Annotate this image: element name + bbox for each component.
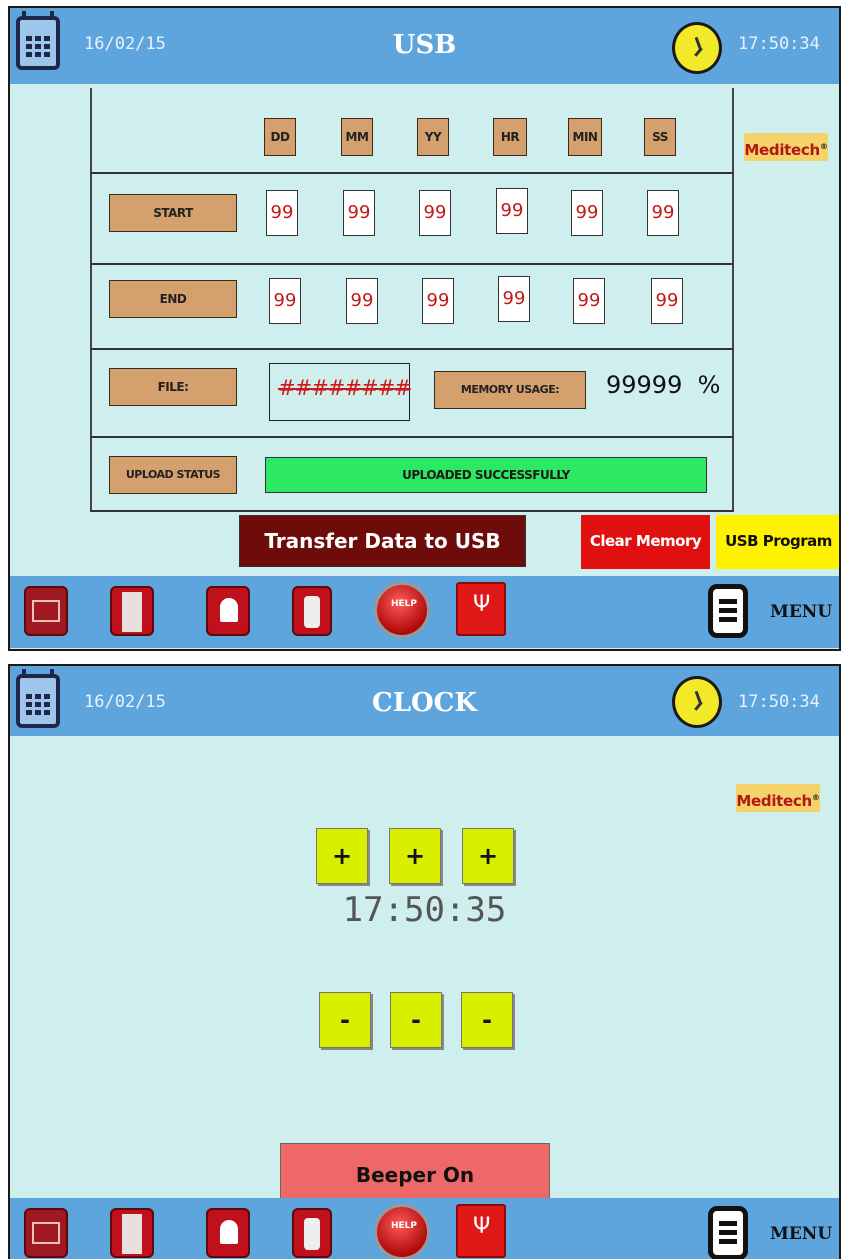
graph-icon[interactable] bbox=[24, 1208, 68, 1258]
row-divider bbox=[90, 348, 734, 350]
col-header-mm: MM bbox=[341, 118, 373, 156]
end-label: END bbox=[109, 280, 237, 318]
phone-icon[interactable] bbox=[292, 586, 332, 636]
start-ss-field[interactable]: 99 bbox=[647, 190, 679, 236]
film-icon[interactable] bbox=[110, 586, 154, 636]
footer-bar: HELP Ψ MENU bbox=[10, 1198, 839, 1259]
usb-icon[interactable]: Ψ bbox=[456, 1204, 506, 1258]
phone-icon[interactable] bbox=[292, 1208, 332, 1258]
end-hr-field[interactable]: 99 bbox=[498, 276, 530, 322]
usb-screen: 16/02/15 USB 17:50:34 Meditech® DD MM YY… bbox=[8, 6, 841, 651]
memory-usage-value: 99999 % bbox=[606, 371, 721, 399]
bell-icon[interactable] bbox=[206, 586, 250, 636]
transfer-data-button[interactable]: Transfer Data to USB bbox=[239, 515, 526, 567]
film-icon[interactable] bbox=[110, 1208, 154, 1258]
header-time: 17:50:34 bbox=[738, 34, 820, 54]
usb-program-button[interactable]: USB Program bbox=[716, 515, 839, 569]
start-mm-field[interactable]: 99 bbox=[343, 190, 375, 236]
second-minus-button[interactable]: - bbox=[461, 992, 513, 1048]
hour-plus-button[interactable]: + bbox=[316, 828, 368, 884]
graph-icon[interactable] bbox=[24, 586, 68, 636]
file-label: FILE: bbox=[109, 368, 237, 406]
end-dd-field[interactable]: 99 bbox=[269, 278, 301, 324]
clock-icon[interactable] bbox=[672, 22, 722, 74]
menu-icon[interactable] bbox=[708, 1206, 748, 1259]
row-divider bbox=[90, 510, 734, 512]
col-header-min: MIN bbox=[568, 118, 602, 156]
help-icon[interactable]: HELP bbox=[374, 1204, 430, 1259]
col-header-yy: YY bbox=[417, 118, 449, 156]
start-hr-field[interactable]: 99 bbox=[496, 188, 528, 234]
second-plus-button[interactable]: + bbox=[462, 828, 514, 884]
header-time: 17:50:34 bbox=[738, 692, 820, 712]
col-header-hr: HR bbox=[493, 118, 527, 156]
clear-memory-button[interactable]: Clear Memory bbox=[581, 515, 710, 569]
start-dd-field[interactable]: 99 bbox=[266, 190, 298, 236]
meditech-logo: Meditech® bbox=[736, 784, 820, 812]
upload-status-label: UPLOAD STATUS bbox=[109, 456, 237, 494]
meditech-logo: Meditech® bbox=[744, 133, 828, 161]
help-icon[interactable]: HELP bbox=[374, 582, 430, 638]
clock-screen: 16/02/15 CLOCK 17:50:34 Meditech® + + + … bbox=[8, 664, 841, 1259]
upload-status-bar: UPLOADED SUCCESSFULLY bbox=[265, 457, 707, 493]
file-name-field[interactable]: ######## bbox=[269, 363, 412, 421]
menu-icon[interactable] bbox=[708, 584, 748, 638]
clock-value: 17:50:35 bbox=[342, 890, 507, 930]
end-yy-field[interactable]: 99 bbox=[422, 278, 454, 324]
row-divider bbox=[90, 263, 734, 265]
row-divider bbox=[90, 436, 734, 438]
end-ss-field[interactable]: 99 bbox=[651, 278, 683, 324]
header-bar: 16/02/15 CLOCK 17:50:34 bbox=[10, 666, 839, 736]
usb-icon[interactable]: Ψ bbox=[456, 582, 506, 636]
end-mm-field[interactable]: 99 bbox=[346, 278, 378, 324]
menu-label[interactable]: MENU bbox=[770, 1224, 832, 1244]
memory-usage-label: MEMORY USAGE: bbox=[434, 371, 586, 409]
minute-minus-button[interactable]: - bbox=[390, 992, 442, 1048]
col-header-dd: DD bbox=[264, 118, 296, 156]
start-label: START bbox=[109, 194, 237, 232]
footer-bar: HELP Ψ MENU bbox=[10, 576, 839, 648]
end-min-field[interactable]: 99 bbox=[573, 278, 605, 324]
row-divider bbox=[90, 172, 734, 174]
clock-icon[interactable] bbox=[672, 676, 722, 728]
col-header-ss: SS bbox=[644, 118, 676, 156]
file-name-value: ######## bbox=[278, 376, 412, 400]
minute-plus-button[interactable]: + bbox=[389, 828, 441, 884]
start-yy-field[interactable]: 99 bbox=[419, 190, 451, 236]
start-min-field[interactable]: 99 bbox=[571, 190, 603, 236]
header-bar: 16/02/15 USB 17:50:34 bbox=[10, 8, 839, 84]
menu-label[interactable]: MENU bbox=[770, 602, 832, 622]
bell-icon[interactable] bbox=[206, 1208, 250, 1258]
hour-minus-button[interactable]: - bbox=[319, 992, 371, 1048]
